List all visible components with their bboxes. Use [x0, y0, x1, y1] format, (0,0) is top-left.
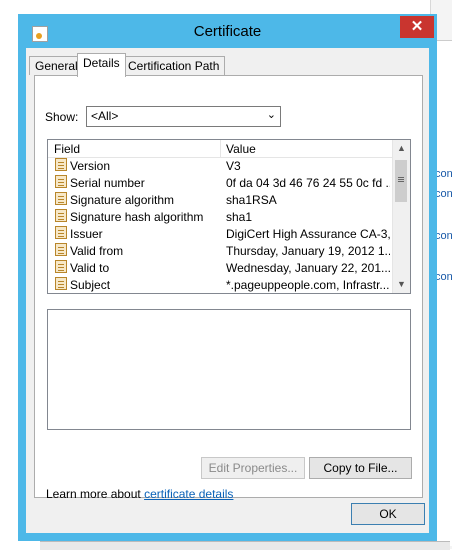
chevron-down-icon: ⌄	[266, 109, 276, 121]
learn-more-text: Learn more about certificate details	[46, 487, 233, 501]
show-selected-value: <All>	[91, 109, 119, 123]
field-value: 0f da 04 3d 46 76 24 55 0c fd ...	[226, 176, 390, 190]
background-text: con	[435, 271, 452, 283]
certificate-field-icon	[55, 277, 67, 290]
vertical-scrollbar[interactable]: ▲ ▼	[392, 140, 410, 293]
column-header-field[interactable]: Field	[54, 142, 80, 156]
list-row[interactable]: Valid from Thursday, January 19, 2012 1.…	[48, 242, 393, 259]
list-row[interactable]: Valid to Wednesday, January 22, 201...	[48, 259, 393, 276]
field-name: Valid to	[70, 261, 110, 275]
ok-button[interactable]: OK	[351, 503, 425, 525]
list-row[interactable]: Serial number 0f da 04 3d 46 76 24 55 0c…	[48, 174, 393, 191]
certificate-field-icon	[55, 226, 67, 239]
certificate-field-icon	[55, 192, 67, 205]
dialog-body: General Details Certification Path Show:…	[26, 48, 429, 533]
grip-icon	[398, 177, 404, 178]
scrollbar-thumb[interactable]	[395, 160, 407, 202]
certificate-dialog: Certificate ✕ General Details Certificat…	[18, 14, 437, 541]
field-value: sha1	[226, 210, 253, 224]
title-bar[interactable]: Certificate ✕	[18, 14, 437, 48]
tab-details[interactable]: Details	[77, 53, 126, 77]
field-value: DigiCert High Assurance CA-3,...	[226, 227, 390, 241]
field-name: Signature hash algorithm	[70, 210, 204, 224]
field-value: Thursday, January 19, 2012 1...	[226, 244, 390, 258]
field-name: Serial number	[70, 176, 145, 190]
field-name: Issuer	[70, 227, 103, 241]
column-header-value[interactable]: Value	[226, 142, 256, 156]
field-value: sha1RSA	[226, 193, 277, 207]
field-value: Wednesday, January 22, 201...	[226, 261, 390, 275]
certificate-field-icon	[55, 158, 67, 171]
learn-more-prefix: Learn more about	[46, 487, 145, 501]
list-row[interactable]: Subject *.pageuppeople.com, Infrastr...	[48, 276, 393, 293]
field-value: V3	[226, 159, 241, 173]
copy-to-file-button[interactable]: Copy to File...	[309, 457, 412, 479]
field-value: *.pageuppeople.com, Infrastr...	[226, 278, 390, 292]
scroll-up-icon[interactable]: ▲	[393, 140, 410, 157]
field-name: Signature algorithm	[70, 193, 175, 207]
background-text: con	[435, 188, 452, 200]
tab-certification-path[interactable]: Certification Path	[122, 56, 226, 75]
background-text: con	[435, 168, 452, 180]
show-label: Show:	[45, 110, 79, 124]
show-dropdown[interactable]: <All> ⌄	[86, 106, 281, 127]
field-name: Subject	[70, 278, 111, 292]
certificate-details-link[interactable]: certificate details	[144, 487, 233, 501]
list-row[interactable]: Issuer DigiCert High Assurance CA-3,...	[48, 225, 393, 242]
certificate-field-icon	[55, 243, 67, 256]
certificate-field-icon	[55, 175, 67, 188]
edit-properties-button[interactable]: Edit Properties...	[201, 457, 305, 479]
background-text: con	[435, 230, 452, 242]
list-row[interactable]: Signature hash algorithm sha1	[48, 208, 393, 225]
column-separator[interactable]	[220, 140, 221, 157]
certificate-field-icon	[55, 260, 67, 273]
fields-list[interactable]: Field Value Version V3 Serial number 0f …	[47, 139, 411, 294]
list-row[interactable]: Signature algorithm sha1RSA	[48, 191, 393, 208]
window-title: Certificate	[193, 23, 262, 40]
certificate-field-icon	[55, 209, 67, 222]
field-name: Valid from	[70, 244, 124, 258]
details-panel: Show: <All> ⌄ Field Value Version V3 Ser…	[34, 75, 423, 501]
field-name: Version	[70, 159, 111, 173]
scroll-down-icon[interactable]: ▼	[393, 276, 410, 293]
tab-general[interactable]: General	[29, 56, 84, 75]
list-row[interactable]: Version V3	[48, 157, 393, 174]
field-detail-textbox[interactable]	[47, 309, 411, 430]
close-button[interactable]: ✕	[400, 16, 434, 38]
list-header: Field Value	[48, 140, 393, 158]
